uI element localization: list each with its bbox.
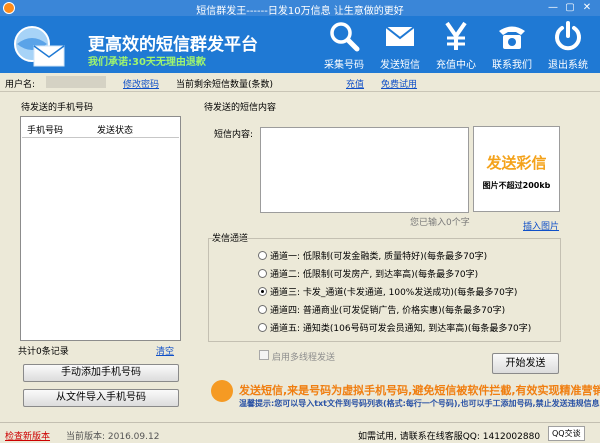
power-icon [555, 21, 581, 51]
sound-icon [211, 380, 233, 402]
status-bar: 检查新版本 当前版本: 2016.09.12 如需试用, 请联系在线客服QQ: … [0, 422, 600, 443]
notice-line-1: 发送短信,来是号码为虚拟手机号码,避免短信被软件拦截,有效实现精准营销 [239, 384, 600, 397]
check-update-link[interactable]: 检查新版本 [5, 429, 50, 442]
channel-option-label: 通道四: 普通商业(可发促销广告, 价格实惠)(每条最多70字) [270, 306, 506, 316]
title-bar: 短信群发王------日发10万信息 让生意做的更好 — ▢ ✕ [0, 0, 600, 17]
sms-content-title: 待发送的短信内容 [204, 103, 277, 113]
nav-contact-us[interactable]: 联系我们 [488, 18, 536, 72]
radio-button[interactable] [258, 323, 267, 332]
envelope-globe-logo [14, 26, 65, 67]
phone-list-title: 待发送的手机号码 [21, 103, 94, 113]
nav-exit-system[interactable]: 退出系统 [544, 18, 592, 72]
qq-chat-badge[interactable]: QQ交谈 [548, 426, 585, 441]
envelope-icon [385, 26, 415, 46]
close-button[interactable]: ✕ [580, 1, 594, 15]
channel-option-4[interactable]: 通道四: 普通商业(可发促销广告, 价格实惠)(每条最多70字) [258, 303, 600, 317]
free-trial-link[interactable]: 免费试用 [381, 77, 417, 90]
version-text: 当前版本: 2016.09.12 [66, 432, 160, 442]
phone-icon [499, 26, 525, 49]
promo-size-limit: 图片不超过200kb [482, 181, 551, 190]
column-status[interactable]: 发送状态 [97, 123, 133, 136]
account-info-bar: 用户名: 修改密码 当前剩余短信数量(条数) 充值 免费试用 [0, 73, 600, 92]
import-file-button[interactable]: 从文件导入手机号码 [23, 389, 179, 407]
nav-label: 联系我们 [492, 60, 532, 71]
clear-link[interactable]: 清空 [156, 344, 174, 357]
channel-option-label: 通道三: 卡发_通道(卡发通道, 100%发送成功)(每条最多70字) [270, 288, 518, 298]
header-slogan: 更高效的短信群发平台 [88, 35, 258, 55]
char-count: 您已输入0个字 [410, 218, 470, 228]
channel-group: 通道一: 低限制(可发金融类, 质量特好)(每条最多70字) 通道二: 低限制(… [208, 238, 561, 342]
phone-numbers-panel: 待发送的手机号码 手机号码 发送状态 共计0条记录 清空 手动添加手机号码 从文… [3, 96, 198, 420]
phone-number-list[interactable]: 手机号码 发送状态 [20, 116, 181, 341]
nav-label: 充值中心 [436, 60, 476, 71]
radio-button[interactable] [258, 305, 267, 314]
radio-button[interactable] [258, 251, 267, 260]
change-password-link[interactable]: 修改密码 [123, 77, 159, 90]
channel-option-5[interactable]: 通道五: 通知类(106号码可发会员通知, 到达率高)(每条最多70字) [258, 321, 600, 335]
insert-image-link[interactable]: 插入图片 [523, 219, 559, 232]
nav-recharge-center[interactable]: 充值中心 [432, 18, 480, 72]
multithread-checkbox[interactable] [259, 350, 269, 360]
minimize-button[interactable]: — [546, 1, 560, 15]
channel-option-label: 通道一: 低限制(可发金融类, 质量特好)(每条最多70字) [270, 252, 488, 262]
channel-option-label: 通道五: 通知类(106号码可发会员通知, 到达率高)(每条最多70字) [270, 324, 532, 334]
maximize-button[interactable]: ▢ [563, 1, 577, 15]
nav-send-sms[interactable]: 发送短信 [376, 18, 424, 72]
mms-promo-image: 发送彩信 图片不超过200kb [473, 126, 560, 212]
notice-banner: 发送短信,来是号码为虚拟手机号码,避免短信被软件拦截,有效实现精准营销 温馨提示… [211, 378, 600, 418]
search-icon [330, 22, 360, 52]
nav-label: 发送短信 [380, 60, 420, 71]
nav-collect-numbers[interactable]: 采集号码 [320, 18, 368, 72]
channel-option-3[interactable]: 通道三: 卡发_通道(卡发通道, 100%发送成功)(每条最多70字) [258, 285, 600, 299]
notice-line-2: 温馨提示:您可以导入txt文件到号码列表(格式:每行一个号码),也可以手工添加号… [239, 399, 600, 408]
balance-label: 当前剩余短信数量(条数) [176, 80, 274, 90]
app-header: 更高效的短信群发平台 我们承诺:30天无理由退款 采集号码 发送短信 充值中心 … [0, 16, 600, 73]
send-button[interactable]: 开始发送 [492, 353, 559, 374]
nav-label: 采集号码 [324, 60, 364, 71]
content-label: 短信内容: [214, 130, 254, 140]
sms-content-input[interactable] [260, 127, 469, 213]
window-title: 短信群发王------日发10万信息 让生意做的更好 [196, 6, 404, 17]
username-masked [46, 76, 106, 88]
list-header: 手机号码 发送状态 [22, 118, 179, 138]
recharge-link[interactable]: 充值 [346, 77, 364, 90]
radio-button[interactable] [258, 269, 267, 278]
contact-text: 如需试用, 请联系在线客服QQ: 1412002880 [358, 432, 541, 442]
record-count: 共计0条记录 [18, 347, 69, 357]
user-label: 用户名: [5, 80, 36, 90]
promo-title: 发送彩信 [486, 154, 547, 172]
channel-option-1[interactable]: 通道一: 低限制(可发金融类, 质量特好)(每条最多70字) [258, 249, 600, 263]
sms-content-panel: 待发送的短信内容 短信内容: 您已输入0个字 发送彩信 图片不超过200kb 插… [200, 96, 600, 420]
multithread-label: 启用多线程发送 [272, 353, 336, 363]
channel-option-label: 通道二: 低限制(可发房产, 到达率高)(每条最多70字) [270, 270, 479, 280]
column-phone[interactable]: 手机号码 [27, 123, 63, 136]
radio-button-selected[interactable] [258, 287, 267, 296]
add-manual-button[interactable]: 手动添加手机号码 [23, 364, 179, 382]
nav-label: 退出系统 [548, 60, 588, 71]
channel-option-2[interactable]: 通道二: 低限制(可发房产, 到达率高)(每条最多70字) [258, 267, 600, 281]
refund-promise: 我们承诺:30天无理由退款 [88, 57, 206, 68]
yen-icon [445, 21, 467, 50]
